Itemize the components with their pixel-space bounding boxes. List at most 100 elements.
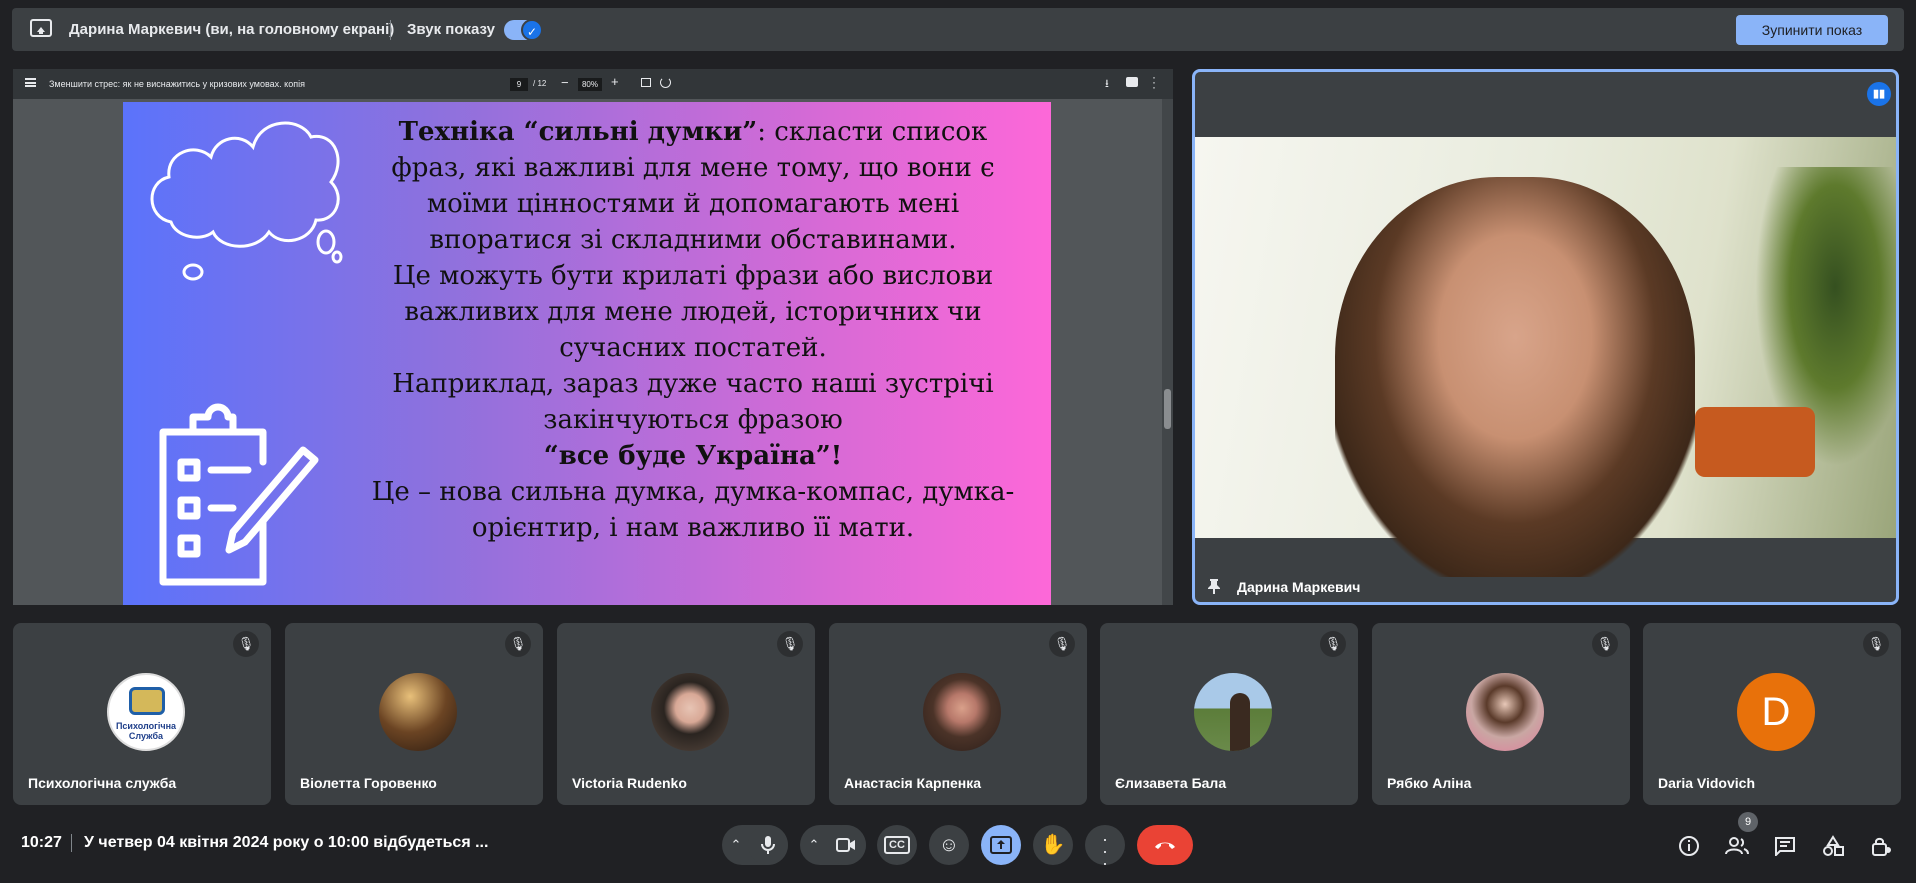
captions-button[interactable]: CC xyxy=(877,825,917,865)
avatar: Психологічна Служба xyxy=(107,673,185,751)
sound-label: Звук показу xyxy=(407,21,495,38)
avatar xyxy=(1194,673,1272,751)
emoji-icon: ☺ xyxy=(938,834,960,856)
more-vert-icon: · · · xyxy=(1102,829,1108,873)
mic-icon xyxy=(761,836,775,854)
rotate-icon[interactable] xyxy=(660,77,671,88)
participant-tile[interactable]: 🎙 Єлизавета Бала xyxy=(1100,623,1358,805)
leave-call-button[interactable] xyxy=(1137,825,1193,865)
videocam-icon xyxy=(836,838,855,852)
participant-tile[interactable]: 🎙 Психологічна Служба Психологічна служб… xyxy=(13,623,271,805)
meeting-title[interactable]: У четвер 04 квітня 2024 року о 10:00 від… xyxy=(84,834,488,852)
more-vert-icon[interactable]: · · · xyxy=(1151,71,1157,93)
scrollbar-thumb[interactable] xyxy=(1164,389,1171,429)
more-options-button[interactable]: · · · xyxy=(1085,825,1125,872)
presentation-bar: Дарина Маркевич (ви, на головному екрані… xyxy=(12,8,1904,51)
mic-off-icon: 🎙 xyxy=(233,631,259,657)
call-end-icon xyxy=(1155,842,1175,849)
clipboard-checklist-icon xyxy=(159,403,319,586)
participant-tile[interactable]: 🎙 Victoria Rudenko xyxy=(557,623,815,805)
mic-off-icon: 🎙 xyxy=(505,631,531,657)
mic-options-chevron-icon[interactable]: ⌃ xyxy=(722,825,750,865)
zoom-input[interactable]: 80% xyxy=(578,78,602,91)
slide-line-2: Це можуть бути крилаті фрази або вислови… xyxy=(392,261,994,363)
divider xyxy=(71,834,72,852)
mic-off-icon: 🎙 xyxy=(1049,631,1075,657)
thought-cloud-icon xyxy=(150,121,343,281)
fit-page-icon[interactable] xyxy=(641,78,651,87)
cc-icon: CC xyxy=(884,836,910,854)
participant-name: Віолетта Горовенко xyxy=(300,775,437,791)
sound-toggle[interactable]: ✓ xyxy=(504,19,543,41)
pdf-title: Зменшити стрес: як не виснажитись у криз… xyxy=(49,79,305,89)
camera-button[interactable] xyxy=(826,825,866,865)
slide-line-3: Наприклад, зараз дуже часто наші зустріч… xyxy=(392,369,994,435)
zoom-in-icon[interactable]: + xyxy=(611,74,619,89)
participant-name: Victoria Rudenko xyxy=(572,775,687,791)
stop-presenting-button[interactable]: Зупинити показ xyxy=(1736,15,1888,45)
mic-off-icon: 🎙 xyxy=(1320,631,1346,657)
participant-name: Анастасія Карпенка xyxy=(844,775,982,791)
check-icon: ✓ xyxy=(521,19,543,41)
host-controls-button[interactable] xyxy=(1867,832,1895,860)
info-icon xyxy=(1679,836,1699,856)
avatar xyxy=(651,673,729,751)
clock: 10:27 xyxy=(21,834,62,851)
avatar xyxy=(923,673,1001,751)
slide-heading: Техніка “сильні думки” xyxy=(398,117,758,147)
page-number-input[interactable]: 9 xyxy=(510,78,528,91)
activities-icon xyxy=(1823,835,1844,856)
slide-line-4: Це – нова сильна думка, думка-компас, ду… xyxy=(371,477,1015,543)
activities-button[interactable] xyxy=(1819,832,1847,860)
participant-tile[interactable]: 🎙 Рябко Аліна xyxy=(1372,623,1630,805)
mic-off-icon: 🎙 xyxy=(1863,631,1889,657)
present-screen-icon xyxy=(30,19,52,37)
pin-icon[interactable] xyxy=(1207,578,1221,594)
pdf-viewer: Зменшити стрес: як не виснажитись у криз… xyxy=(13,69,1173,605)
presenter-label: Дарина Маркевич (ви, на головному екрані… xyxy=(69,21,395,38)
pdf-toolbar: Зменшити стрес: як не виснажитись у криз… xyxy=(13,69,1173,99)
download-icon[interactable]: ⭳ xyxy=(1105,75,1109,94)
speaker-video xyxy=(1195,137,1896,577)
participant-tile[interactable]: 🎙 Віолетта Горовенко xyxy=(285,623,543,805)
participant-name: Рябко Аліна xyxy=(1387,775,1472,791)
speaker-tile[interactable]: ▮▮ Дарина Маркевич xyxy=(1192,69,1899,605)
emoji-button[interactable]: ☺ xyxy=(929,825,969,865)
mic-off-icon: 🎙 xyxy=(1592,631,1618,657)
audio-level-icon: ▮▮ xyxy=(1867,82,1891,106)
mic-off-icon: 🎙 xyxy=(777,631,803,657)
participant-tile[interactable]: 🎙 Анастасія Карпенка xyxy=(829,623,1087,805)
slide-page: Техніка “сильні думки”: скласти список ф… xyxy=(123,102,1051,605)
avatar-initial: D xyxy=(1737,673,1815,751)
participant-count-badge: 9 xyxy=(1738,812,1758,832)
present-button[interactable] xyxy=(981,825,1021,865)
lock-person-icon xyxy=(1872,837,1891,856)
print-icon[interactable] xyxy=(1126,77,1138,87)
pdf-scrollbar[interactable] xyxy=(1162,99,1173,605)
participant-tile[interactable]: 🎙 D Daria Vidovich xyxy=(1643,623,1901,805)
participant-name: Психологічна служба xyxy=(28,775,177,791)
chat-icon xyxy=(1775,837,1795,858)
people-button[interactable] xyxy=(1723,832,1751,860)
camera-options-chevron-icon[interactable]: ⌃ xyxy=(800,825,828,865)
present-to-all-icon xyxy=(990,836,1012,854)
slide-text: Техніка “сильні думки”: скласти список ф… xyxy=(363,114,1023,546)
raise-hand-button[interactable]: ✋ xyxy=(1033,825,1073,865)
people-icon xyxy=(1725,837,1749,855)
divider xyxy=(390,20,391,40)
zoom-out-icon[interactable]: − xyxy=(561,75,569,90)
speaker-portrait xyxy=(1335,177,1695,577)
speaker-name: Дарина Маркевич xyxy=(1237,579,1361,595)
avatar-logo-text: Психологічна Служба xyxy=(115,721,177,741)
page-total: / 12 xyxy=(533,79,547,88)
slide-quote: “все буде Україна”! xyxy=(543,441,843,471)
hand-icon: ✋ xyxy=(1040,834,1066,856)
participant-name: Daria Vidovich xyxy=(1658,775,1756,791)
participant-name: Єлизавета Бала xyxy=(1115,775,1227,791)
background-pot xyxy=(1695,407,1815,477)
menu-icon[interactable] xyxy=(25,78,36,87)
meeting-details-button[interactable] xyxy=(1675,832,1703,860)
avatar xyxy=(379,673,457,751)
microphone-button[interactable] xyxy=(748,825,788,865)
chat-button[interactable] xyxy=(1771,832,1799,860)
